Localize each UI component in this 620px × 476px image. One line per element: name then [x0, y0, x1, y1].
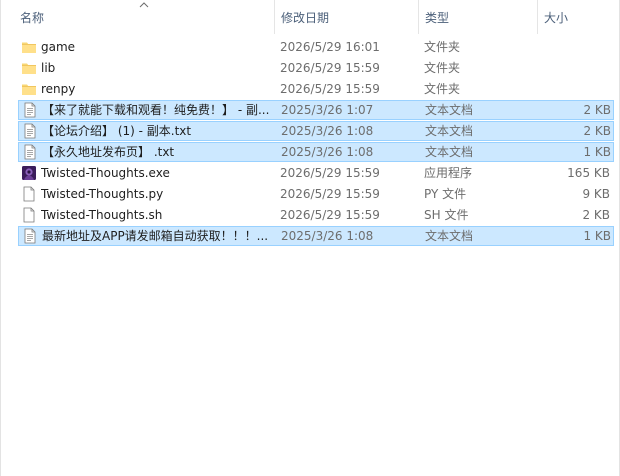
file-explorer-window: 名称 修改日期 类型 大小 game 2026/5/29 16:01 文件夹 lib 2…	[0, 0, 620, 476]
file-type: 文本文档	[425, 124, 474, 138]
file-type: 文件夹	[424, 82, 461, 96]
file-row[interactable]: 最新地址及APP请发邮箱自动获取！！！... 2025/3/26 1:08 文本文档…	[18, 226, 614, 246]
file-date: 2026/5/29 16:01	[280, 40, 380, 54]
file-type: 文件夹	[424, 40, 461, 54]
file-date: 2026/5/29 15:59	[280, 82, 380, 96]
file-date: 2026/5/29 15:59	[280, 61, 380, 75]
file-size	[544, 37, 610, 57]
file-row[interactable]: 【论坛介绍】 (1) - 副本.txt 2025/3/26 1:08 文本文档 2 K…	[18, 121, 614, 141]
folder-icon	[21, 81, 37, 97]
file-row[interactable]: 【来了就能下载和观看！纯免费！】 - 副... 2025/3/26 1:07 文本文…	[18, 100, 614, 120]
file-date: 2025/3/26 1:08	[281, 229, 374, 243]
file-size: 1 KB	[583, 145, 611, 159]
file-date: 2026/5/29 15:59	[280, 208, 380, 222]
file-name: 【永久地址发布页】 .txt	[42, 145, 175, 159]
column-header-bar: 名称 修改日期 类型 大小	[1, 0, 620, 34]
folder-icon	[21, 60, 37, 76]
file-name: lib	[41, 61, 56, 75]
file-size: 1 KB	[583, 229, 611, 243]
file-size	[544, 58, 610, 78]
sort-ascending-icon	[139, 2, 149, 8]
file-type: PY 文件	[424, 187, 467, 201]
file-row[interactable]: lib 2026/5/29 15:59 文件夹	[18, 58, 614, 78]
file-type: 文件夹	[424, 61, 461, 75]
file-name: 【论坛介绍】 (1) - 副本.txt	[42, 124, 192, 138]
file-name: game	[41, 40, 76, 54]
file-size	[544, 79, 610, 99]
column-header-size[interactable]: 大小	[538, 0, 618, 34]
file-type: 文本文档	[425, 145, 474, 159]
file-type: 应用程序	[424, 166, 473, 180]
text-file-icon	[22, 123, 38, 139]
file-date: 2025/3/26 1:07	[281, 103, 374, 117]
file-date: 2025/3/26 1:08	[281, 124, 374, 138]
file-type: 文本文档	[425, 103, 474, 117]
file-name: 最新地址及APP请发邮箱自动获取！！！...	[42, 229, 269, 243]
file-name: Twisted-Thoughts.sh	[41, 208, 163, 222]
file-date: 2026/5/29 15:59	[280, 187, 380, 201]
file-row[interactable]: Twisted-Thoughts.exe 2026/5/29 15:59 应用程序 1…	[18, 163, 614, 183]
file-name: 【来了就能下载和观看！纯免费！】 - 副...	[42, 103, 270, 117]
file-row[interactable]: Twisted-Thoughts.sh 2026/5/29 15:59 SH 文件 2…	[18, 205, 614, 225]
blank-file-icon	[21, 207, 37, 223]
file-type: 文本文档	[425, 229, 474, 243]
text-file-icon	[22, 102, 38, 118]
column-header-date[interactable]: 修改日期	[275, 0, 418, 34]
text-file-icon	[22, 228, 38, 244]
app-icon	[21, 165, 37, 181]
file-size: 2 KB	[583, 124, 611, 138]
file-size: 9 KB	[582, 187, 610, 201]
file-size: 165 KB	[567, 166, 610, 180]
blank-file-icon	[21, 186, 37, 202]
file-row[interactable]: Twisted-Thoughts.py 2026/5/29 15:59 PY 文件 9…	[18, 184, 614, 204]
text-file-icon	[22, 144, 38, 160]
file-size: 2 KB	[583, 103, 611, 117]
file-row[interactable]: renpy 2026/5/29 15:59 文件夹	[18, 79, 614, 99]
file-name: Twisted-Thoughts.exe	[41, 166, 170, 180]
file-date: 2025/3/26 1:08	[281, 145, 374, 159]
file-name: Twisted-Thoughts.py	[41, 187, 164, 201]
file-type: SH 文件	[424, 208, 469, 222]
file-row[interactable]: game 2026/5/29 16:01 文件夹	[18, 37, 614, 57]
file-name: renpy	[41, 82, 76, 96]
file-date: 2026/5/29 15:59	[280, 166, 380, 180]
file-size: 2 KB	[582, 208, 610, 222]
folder-icon	[21, 39, 37, 55]
column-header-type[interactable]: 类型	[419, 0, 537, 34]
file-row[interactable]: 【永久地址发布页】 .txt 2025/3/26 1:08 文本文档 1 KB	[18, 142, 614, 162]
